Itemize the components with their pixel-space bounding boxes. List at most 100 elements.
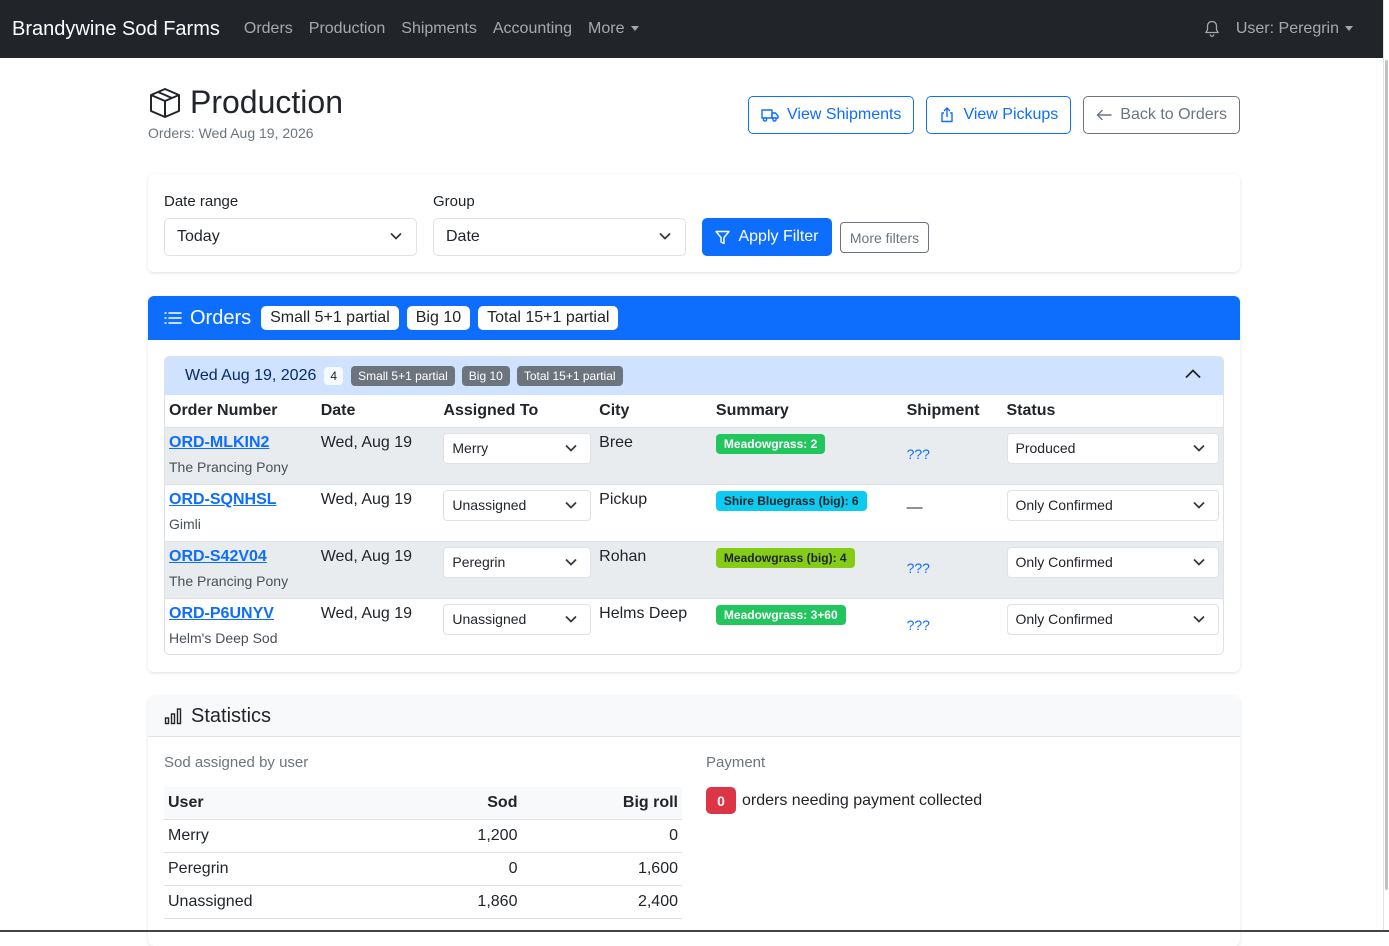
nav-more-label: More bbox=[588, 20, 625, 37]
stat-sod: 0 bbox=[399, 852, 522, 886]
order-number-link[interactable]: ORD-S42V04 bbox=[169, 548, 267, 565]
chevron-down-icon bbox=[565, 615, 577, 623]
nav-more-dropdown[interactable]: More bbox=[588, 20, 639, 38]
chevron-down-icon bbox=[1193, 444, 1205, 452]
table-row: ORD-MLKIN2 The Prancing Pony Wed, Aug 19 … bbox=[165, 427, 1223, 485]
nav-orders[interactable]: Orders bbox=[244, 20, 293, 38]
orders-card-header: Orders Small 5+1 partial Big 10 Total 15… bbox=[148, 296, 1240, 340]
brand-link[interactable]: Brandywine Sod Farms bbox=[12, 18, 220, 41]
status-value: Only Confirmed bbox=[1015, 611, 1113, 627]
bell-icon[interactable] bbox=[1204, 20, 1220, 38]
group-badge-total: Total 15+1 partial bbox=[516, 366, 623, 386]
sod-by-user-section: Sod assigned by user User Sod Big roll M… bbox=[164, 754, 682, 919]
assigned-to-value: Peregrin bbox=[452, 554, 506, 570]
back-to-orders-label: Back to Orders bbox=[1120, 106, 1227, 123]
orders-header-row: Order Number Date Assigned To City Summa… bbox=[165, 395, 1223, 428]
order-number-link[interactable]: ORD-P6UNYV bbox=[169, 605, 274, 622]
nav-production[interactable]: Production bbox=[309, 20, 386, 38]
status-select[interactable]: Only Confirmed bbox=[1006, 546, 1219, 578]
payment-line: 0 orders needing payment collected bbox=[706, 787, 982, 814]
summary-badge: Meadowgrass: 3+60 bbox=[715, 604, 846, 625]
summary-badge: Shire Bluegrass (big): 6 bbox=[715, 490, 867, 511]
col-user: User bbox=[164, 787, 400, 820]
col-big-roll: Big roll bbox=[521, 787, 682, 820]
group-count-badge: 4 bbox=[324, 367, 344, 385]
shipment-link[interactable]: ??? bbox=[907, 617, 930, 633]
order-city: Helms Deep bbox=[599, 604, 688, 622]
date-range-select[interactable]: Today bbox=[164, 218, 417, 256]
date-range-label: Date range bbox=[164, 193, 239, 210]
stat-big-roll: 2,400 bbox=[521, 885, 682, 919]
table-row: Merry 1,200 0 bbox=[164, 819, 682, 853]
chevron-down-icon bbox=[565, 444, 577, 452]
nav-accounting[interactable]: Accounting bbox=[493, 20, 572, 38]
table-row: ORD-SQNHSL Gimli Wed, Aug 19 Unassigned P… bbox=[165, 484, 1223, 542]
date-range-value: Today bbox=[177, 228, 220, 245]
vertical-scrollbar[interactable] bbox=[1383, 0, 1389, 932]
nav-shipments[interactable]: Shipments bbox=[401, 20, 477, 38]
user-menu-dropdown[interactable]: User: Peregrin bbox=[1236, 20, 1353, 38]
user-menu-label: User: Peregrin bbox=[1235, 20, 1339, 37]
more-filters-button[interactable]: More filters bbox=[840, 222, 929, 253]
shipment-none: — bbox=[906, 498, 923, 516]
apply-filter-button[interactable]: Apply Filter bbox=[702, 218, 832, 256]
sod-header-row: User Sod Big roll bbox=[164, 787, 682, 820]
status-select[interactable]: Produced bbox=[1006, 432, 1219, 464]
order-date: Wed, Aug 19 bbox=[316, 541, 440, 599]
view-shipments-label: View Shipments bbox=[787, 106, 902, 123]
chevron-down-icon bbox=[390, 232, 402, 240]
summary-badge: Meadowgrass (big): 4 bbox=[715, 547, 855, 568]
page-header: Production Orders: Wed Aug 19, 2026 bbox=[148, 84, 343, 141]
assigned-to-select[interactable]: Peregrin bbox=[443, 546, 592, 578]
chevron-down-icon bbox=[1193, 615, 1205, 623]
view-pickups-button[interactable]: View Pickups bbox=[926, 96, 1072, 134]
shipment-link[interactable]: ??? bbox=[907, 560, 930, 576]
order-number-link[interactable]: ORD-SQNHSL bbox=[169, 491, 277, 508]
group-value: Date bbox=[446, 228, 480, 245]
assigned-to-select[interactable]: Unassigned bbox=[443, 489, 592, 521]
shipment-link[interactable]: ??? bbox=[907, 446, 930, 462]
order-date: Wed, Aug 19 bbox=[320, 604, 413, 622]
col-order-number: Order Number bbox=[165, 395, 317, 428]
caret-down-icon bbox=[630, 26, 639, 32]
scrollbar-thumb[interactable] bbox=[1385, 60, 1388, 890]
order-date: Wed, Aug 19 bbox=[316, 427, 440, 485]
order-number-link[interactable]: ORD-MLKIN2 bbox=[169, 434, 269, 451]
back-to-orders-button[interactable]: Back to Orders bbox=[1083, 96, 1240, 134]
group-select[interactable]: Date bbox=[433, 218, 686, 256]
col-sod: Sod bbox=[399, 787, 522, 820]
status-value: Only Confirmed bbox=[1015, 497, 1113, 513]
stat-user: Peregrin bbox=[164, 852, 400, 886]
sod-by-user-table: User Sod Big roll Merry 1,200 0 Peregrin… bbox=[164, 787, 682, 919]
chevron-down-icon bbox=[565, 501, 577, 509]
nav-right: User: Peregrin bbox=[1204, 20, 1371, 38]
group-label: Group bbox=[433, 193, 475, 210]
orders-pill-big: Big 10 bbox=[406, 306, 471, 330]
truck-icon bbox=[761, 109, 779, 122]
view-shipments-button[interactable]: View Shipments bbox=[748, 96, 915, 134]
col-date: Date bbox=[316, 395, 440, 428]
payment-section: Payment 0 orders needing payment collect… bbox=[706, 754, 982, 814]
assigned-to-select[interactable]: Merry bbox=[443, 432, 592, 464]
header-actions: View Shipments View Pickups Back to Orde… bbox=[748, 96, 1240, 134]
col-shipment: Shipment bbox=[902, 395, 1003, 428]
filter-card: Date range Today Group Date Apply Filter… bbox=[148, 174, 1240, 272]
summary-badge: Meadowgrass: 2 bbox=[715, 433, 826, 454]
status-select[interactable]: Only Confirmed bbox=[1006, 603, 1219, 635]
assigned-to-value: Merry bbox=[452, 440, 489, 456]
date-group-header[interactable]: Wed Aug 19, 2026 4 Small 5+1 partial Big… bbox=[165, 357, 1223, 395]
stat-big-roll: 0 bbox=[521, 819, 682, 853]
group-badge-small: Small 5+1 partial bbox=[351, 366, 455, 386]
box-icon bbox=[150, 87, 180, 118]
date-group: Wed Aug 19, 2026 4 Small 5+1 partial Big… bbox=[164, 356, 1224, 655]
chevron-down-icon bbox=[1193, 501, 1205, 509]
orders-table: Order Number Date Assigned To City Summa… bbox=[165, 395, 1223, 654]
statistics-header: Statistics bbox=[148, 696, 1240, 737]
stat-sod: 1,860 bbox=[399, 885, 522, 919]
status-select[interactable]: Only Confirmed bbox=[1006, 489, 1219, 521]
assigned-to-value: Unassigned bbox=[452, 497, 527, 513]
chevron-up-icon[interactable] bbox=[1185, 369, 1201, 379]
assigned-to-select[interactable]: Unassigned bbox=[443, 603, 592, 635]
arrow-left-icon bbox=[1097, 109, 1112, 121]
statistics-card: Statistics Sod assigned by user User Sod… bbox=[148, 696, 1240, 946]
